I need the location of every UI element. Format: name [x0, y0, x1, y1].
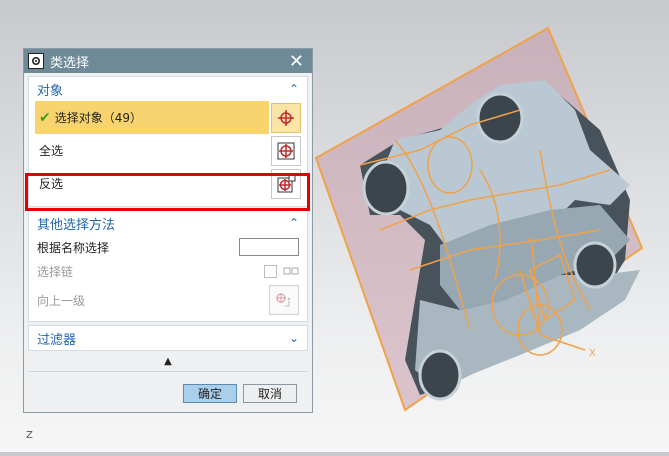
- select-objects-button[interactable]: [271, 102, 301, 133]
- bore-hole-3: [573, 241, 617, 289]
- chevron-up-icon[interactable]: ⌃: [289, 216, 299, 230]
- up-one-level-button[interactable]: [269, 285, 299, 315]
- bore-hole-2: [476, 92, 524, 144]
- other-methods-header[interactable]: 其他选择方法 ⌃: [29, 211, 307, 235]
- bore-hole-4: [418, 349, 462, 401]
- select-all-icon: [277, 142, 295, 159]
- close-icon[interactable]: ✕: [289, 51, 304, 72]
- filter-title: 过滤器: [37, 332, 77, 348]
- other-methods-title: 其他选择方法: [37, 217, 116, 233]
- expand-more-icon[interactable]: ▲: [24, 355, 312, 369]
- up-one-level-label: 向上一级: [37, 293, 86, 308]
- other-methods-section: 其他选择方法 ⌃ 根据名称选择 选择链 向上一级: [28, 210, 308, 322]
- select-chain-row: 选择链: [29, 259, 307, 283]
- filter-header[interactable]: 过滤器 ⌄: [29, 326, 307, 350]
- select-objects-row[interactable]: ✔ 选择对象（49）: [35, 101, 301, 134]
- up-one-level-row: 向上一级: [29, 283, 307, 317]
- cancel-button[interactable]: 取消: [243, 384, 297, 403]
- up-level-icon: [276, 293, 291, 307]
- select-all-row[interactable]: 全选: [35, 134, 301, 167]
- ok-button[interactable]: 确定: [183, 384, 237, 403]
- chevron-up-icon[interactable]: ⌃: [289, 82, 299, 96]
- corner-z-axis-label: Z: [26, 430, 33, 441]
- select-chain-checkbox[interactable]: [264, 264, 277, 278]
- select-by-name-label: 根据名称选择: [37, 240, 110, 255]
- dialog-title: 类选择: [50, 55, 90, 71]
- x-axis-label: X: [589, 348, 596, 359]
- dialog-titlebar[interactable]: 类选择 ✕: [24, 49, 312, 73]
- select-chain-label: 选择链: [37, 264, 74, 279]
- select-by-name-row: 根据名称选择: [29, 235, 307, 259]
- select-by-name-input[interactable]: [239, 238, 299, 256]
- select-all-label: 全选: [39, 144, 64, 158]
- chevron-down-icon[interactable]: ⌄: [289, 331, 299, 345]
- invert-selection-icon: [277, 174, 296, 192]
- bore-hole-1: [362, 160, 410, 216]
- select-all-button[interactable]: [271, 135, 301, 166]
- objects-section-header[interactable]: 对象 ⌃: [29, 77, 307, 101]
- objects-section: 对象 ⌃ ✔ 选择对象（49） 全选 反选: [28, 76, 308, 207]
- invert-selection-label: 反选: [39, 177, 64, 191]
- select-objects-label: 选择对象（49）: [54, 111, 143, 125]
- y-axis-label: Y: [526, 236, 533, 247]
- gear-icon: [28, 53, 44, 69]
- invert-selection-row[interactable]: 反选: [35, 167, 301, 200]
- checkmark-icon: ✔: [39, 109, 51, 126]
- chain-icon: [283, 267, 299, 275]
- footer-divider: [28, 371, 308, 372]
- class-selection-dialog: 类选择 ✕ 对象 ⌃ ✔ 选择对象（49） 全选 反选 其他选择方法 ⌃ 根据名…: [23, 48, 313, 413]
- filter-section: 过滤器 ⌄: [28, 325, 308, 351]
- invert-selection-button[interactable]: [271, 168, 301, 199]
- objects-section-title: 对象: [37, 83, 64, 99]
- dialog-buttons: 确定 取消: [183, 384, 297, 403]
- crosshair-icon: [278, 109, 294, 126]
